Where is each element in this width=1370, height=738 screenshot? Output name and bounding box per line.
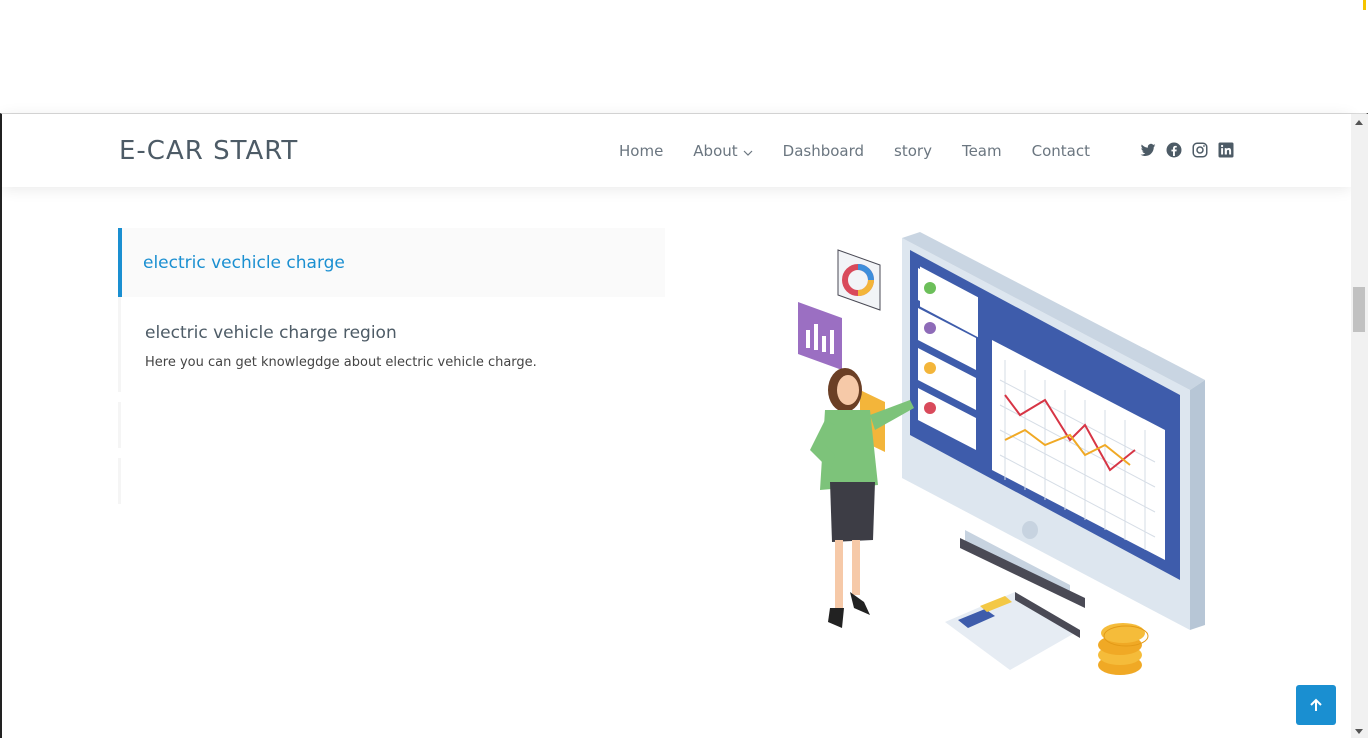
scroll-up-arrow-icon[interactable] xyxy=(1355,120,1363,125)
nav-contact[interactable]: Contact xyxy=(1032,142,1090,160)
site-header: E-CAR START Home About Dashboard story T… xyxy=(2,114,1351,187)
facebook-icon[interactable] xyxy=(1165,141,1183,159)
accordion-active-title: electric vechicle charge xyxy=(143,252,345,273)
faq-accordion: electric vechicle charge electric vehicl… xyxy=(118,228,665,504)
chevron-down-icon xyxy=(743,142,753,160)
accordion-item-collapsed[interactable] xyxy=(118,402,665,448)
dashboard-illustration xyxy=(780,230,1210,690)
nav-about[interactable]: About xyxy=(693,142,753,160)
nav-about-label: About xyxy=(693,142,738,160)
scrollbar-thumb[interactable] xyxy=(1353,287,1365,332)
accordion-panel: electric vehicle charge region Here you … xyxy=(118,297,665,392)
page-scrollbar[interactable] xyxy=(1351,114,1368,738)
accordion-item-collapsed[interactable] xyxy=(118,458,665,504)
back-to-top-button[interactable] xyxy=(1296,685,1336,725)
page: E-CAR START Home About Dashboard story T… xyxy=(0,0,1370,738)
linkedin-icon[interactable] xyxy=(1217,141,1235,159)
nav-team[interactable]: Team xyxy=(962,142,1002,160)
site-logo[interactable]: E-CAR START xyxy=(119,136,298,166)
nav-home[interactable]: Home xyxy=(619,142,663,160)
accordion-panel-text: Here you can get knowlegdge about electr… xyxy=(145,355,537,370)
nav-story[interactable]: story xyxy=(894,142,932,160)
corner-marker xyxy=(1363,0,1366,10)
instagram-icon[interactable] xyxy=(1191,141,1209,159)
top-blank-area xyxy=(0,0,1370,114)
social-links xyxy=(1139,141,1243,159)
twitter-icon[interactable] xyxy=(1139,141,1157,159)
arrow-up-icon xyxy=(1310,698,1322,711)
nav-dashboard[interactable]: Dashboard xyxy=(783,142,864,160)
accordion-item-active[interactable]: electric vechicle charge xyxy=(118,228,665,297)
accordion-panel-title: electric vehicle charge region xyxy=(145,323,397,343)
main-nav: Home About Dashboard story Team Contact xyxy=(619,142,1120,160)
scroll-down-arrow-icon[interactable] xyxy=(1355,729,1363,734)
